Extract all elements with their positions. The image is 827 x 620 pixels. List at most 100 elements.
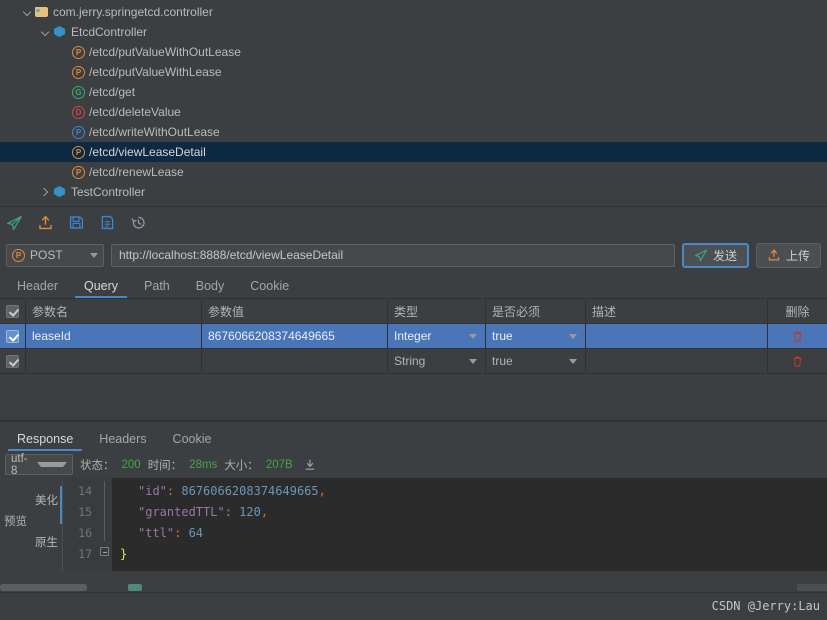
controller-tree[interactable]: com.jerry.springetcd.controller EtcdContr… — [0, 0, 827, 206]
view-tab-beautify[interactable]: 美化 — [35, 492, 58, 508]
json-value: 8676066208374649665 — [181, 484, 319, 498]
table-row[interactable]: String true — [0, 349, 827, 374]
tab-path[interactable]: Path — [131, 279, 183, 298]
scrollbar-marker — [128, 584, 142, 591]
document-icon[interactable] — [99, 214, 116, 231]
size-value: 207B — [265, 458, 293, 471]
http-method-badge-icon: P — [72, 165, 85, 179]
response-tab-bar[interactable]: Response Headers Cookie — [0, 421, 827, 451]
select-all-cell[interactable] — [0, 299, 26, 324]
http-method-badge-icon: P — [72, 145, 85, 159]
save-icon[interactable] — [68, 214, 85, 231]
param-required-label: true — [492, 329, 513, 343]
delete-row-cell[interactable] — [768, 324, 827, 349]
response-tab-headers[interactable]: Headers — [86, 432, 159, 451]
code-line: } — [112, 544, 827, 565]
trash-icon[interactable] — [791, 330, 804, 343]
tree-row-label: /etcd/viewLeaseDetail — [89, 145, 206, 159]
send-icon[interactable] — [6, 214, 23, 231]
tree-row-label: TestController — [71, 185, 146, 199]
column-header: 参数值 — [202, 299, 388, 324]
column-header: 描述 — [586, 299, 768, 324]
view-tab-raw[interactable]: 原生 — [35, 534, 58, 550]
json-separator: : — [174, 526, 189, 540]
column-header: 删除 — [768, 299, 827, 324]
param-value-input[interactable]: 8676066208374649665 — [202, 324, 388, 349]
chevron-down-icon[interactable] — [22, 7, 33, 18]
param-required-select[interactable]: true — [486, 349, 586, 374]
param-value-input[interactable] — [202, 349, 388, 374]
view-mode-tabs[interactable]: 美化 预览 原生 — [0, 478, 62, 571]
tree-row[interactable]: com.jerry.springetcd.controller — [0, 2, 827, 22]
param-desc-input[interactable] — [586, 324, 768, 349]
param-type-label: Integer — [394, 329, 432, 343]
param-type-select[interactable]: Integer — [388, 324, 486, 349]
json-brace: } — [120, 547, 128, 561]
response-tab-cookie[interactable]: Cookie — [160, 432, 225, 451]
history-icon[interactable] — [130, 214, 147, 231]
param-type-select[interactable]: String — [388, 349, 486, 374]
json-code-content[interactable]: "id": 8676066208374649665, "grantedTTL": … — [112, 478, 827, 571]
send-button[interactable]: 发送 — [681, 242, 749, 268]
trash-icon[interactable] — [791, 355, 804, 368]
chevron-right-icon[interactable] — [40, 187, 51, 198]
upload-icon[interactable] — [37, 214, 54, 231]
table-row[interactable]: leaseId 8676066208374649665 Integer true — [0, 324, 827, 349]
param-type-label: String — [394, 354, 426, 368]
row-checkbox-cell[interactable] — [0, 349, 26, 374]
request-tab-bar[interactable]: Header Query Path Body Cookie — [0, 272, 827, 298]
upload-button[interactable]: 上传 — [755, 242, 821, 268]
tree-row[interactable]: D/etcd/deleteValue — [0, 102, 827, 122]
tree-row[interactable]: TestController — [0, 182, 827, 202]
tree-row-label: com.jerry.springetcd.controller — [53, 5, 213, 19]
tree-row[interactable]: P/etcd/putValueWithLease — [0, 62, 827, 82]
column-header: 参数名 — [26, 299, 202, 324]
row-checkbox[interactable] — [6, 329, 19, 343]
response-tab-response[interactable]: Response — [4, 432, 86, 451]
code-line: "grantedTTL": 120, — [112, 502, 827, 523]
encoding-selector[interactable]: utf-8 — [5, 453, 73, 477]
param-desc-input[interactable] — [586, 349, 768, 374]
tree-row[interactable]: EtcdController — [0, 22, 827, 42]
tree-row[interactable]: P/etcd/putValueWithOutLease — [0, 42, 827, 62]
code-line: "id": 8676066208374649665, — [112, 481, 827, 502]
row-checkbox[interactable] — [6, 354, 19, 368]
footer-bar: CSDN @Jerry:Lau — [0, 592, 827, 620]
tab-body[interactable]: Body — [183, 279, 238, 298]
chevron-down-icon[interactable] — [40, 27, 51, 38]
tab-header[interactable]: Header — [4, 279, 71, 298]
param-name-input[interactable]: leaseId — [26, 324, 202, 349]
param-required-label: true — [492, 354, 513, 368]
table-empty-area — [0, 374, 827, 420]
tree-row[interactable]: P/etcd/viewLeaseDetail — [0, 142, 827, 162]
scrollbar-thumb[interactable] — [0, 584, 87, 591]
param-name-input[interactable] — [26, 349, 202, 374]
chevron-down-icon — [469, 358, 477, 364]
json-comma: , — [318, 484, 326, 498]
download-icon[interactable] — [303, 458, 317, 472]
send-button-label: 发送 — [712, 248, 737, 263]
delete-row-cell[interactable] — [768, 349, 827, 374]
row-checkbox[interactable] — [6, 304, 19, 318]
http-method-badge-icon: P — [72, 45, 85, 59]
tree-row[interactable]: G/etcd/get — [0, 82, 827, 102]
tab-cookie[interactable]: Cookie — [237, 279, 302, 298]
url-input[interactable] — [111, 243, 675, 267]
tree-row[interactable]: P/etcd/writeWithOutLease — [0, 122, 827, 142]
scrollbar-track-right[interactable] — [797, 584, 827, 591]
method-badge-icon: P — [12, 248, 25, 262]
code-line: "ttl": 64 — [112, 523, 827, 544]
tree-row[interactable]: P/etcd/renewLease — [0, 162, 827, 182]
class-icon — [53, 185, 67, 199]
line-number: 15 — [78, 505, 92, 519]
fold-toggle-icon[interactable] — [100, 547, 109, 556]
method-selector[interactable]: P POST — [6, 243, 104, 267]
code-fold-column[interactable] — [98, 478, 112, 571]
horizontal-scrollbar[interactable] — [0, 583, 827, 592]
row-checkbox-cell[interactable] — [0, 324, 26, 349]
param-required-select[interactable]: true — [486, 324, 586, 349]
json-key: "ttl" — [138, 526, 175, 540]
tab-query[interactable]: Query — [71, 279, 131, 298]
tree-row-label: /etcd/renewLease — [89, 165, 184, 179]
method-label: POST — [30, 248, 63, 262]
